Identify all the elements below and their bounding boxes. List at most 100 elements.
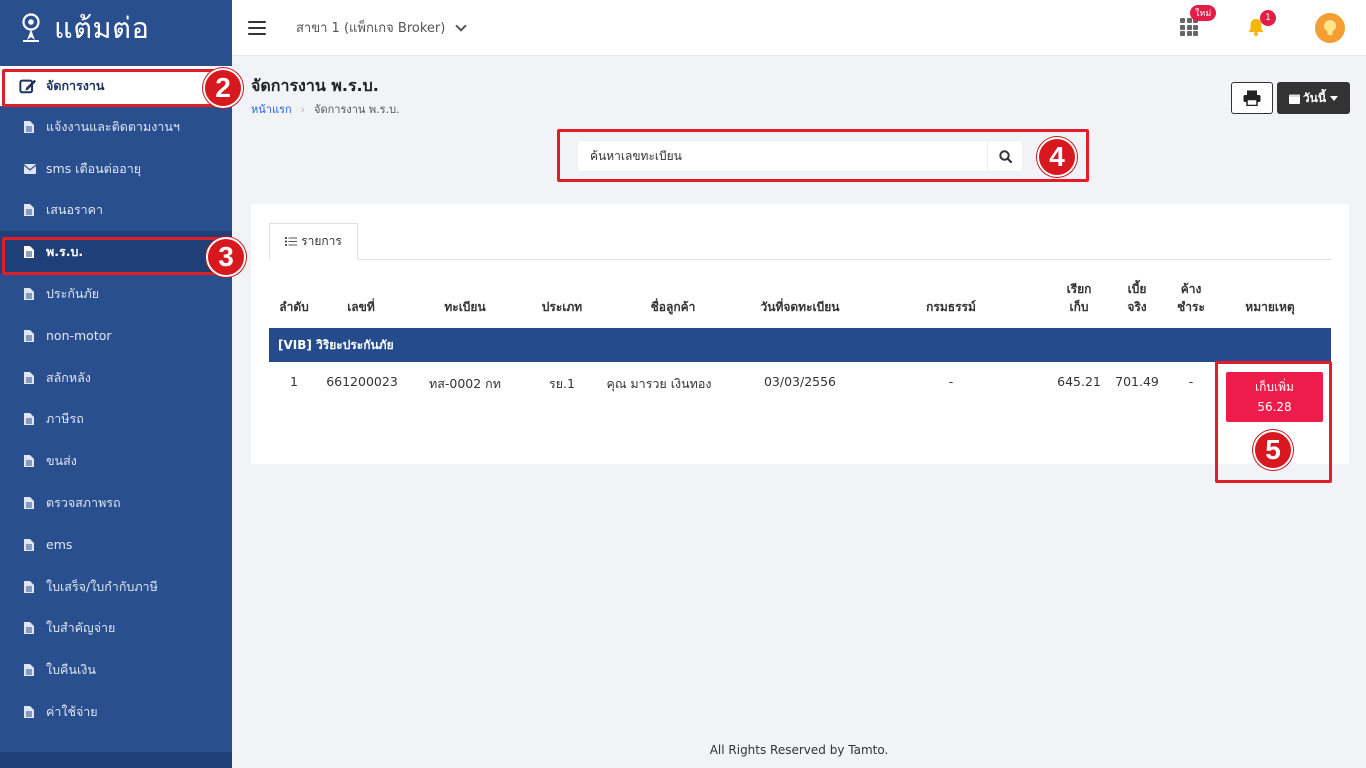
- file-icon: [24, 538, 34, 551]
- sidebar-item-label: ems: [46, 537, 73, 553]
- cell-due: -: [1188, 374, 1194, 389]
- cell-customer: คุณ มารวย เงินทอง: [606, 376, 712, 391]
- file-icon: [24, 120, 34, 133]
- notification-count-badge: 1: [1260, 10, 1276, 26]
- header-no: ลำดับ: [279, 300, 309, 314]
- cell-number: 661200023: [326, 374, 398, 389]
- file-icon: [24, 580, 34, 593]
- sidebar-item-sms-renewal[interactable]: sms เตือนต่ออายุ: [0, 148, 232, 190]
- step-number-badge: 4: [1037, 137, 1077, 177]
- branch-label: สาขา 1 (แพ็กเกจ Broker): [296, 21, 446, 36]
- sidebar-scroll-edge: [0, 752, 232, 768]
- sidebar-item-job-tracking[interactable]: แจ้งงานและติดตามงานฯ: [0, 106, 232, 148]
- sidebar-item-label: ประกันภัย: [46, 286, 100, 302]
- location-pin-icon: [22, 13, 40, 42]
- sidebar-item-ems[interactable]: ems: [0, 524, 232, 566]
- sidebar-item-compulsory-insurance[interactable]: พ.ร.บ.: [0, 231, 232, 274]
- sidebar-menu: จัดการงาน แจ้งงานและติดตามงานฯ sms เตือน…: [0, 66, 232, 733]
- header-due-line1: ค้าง: [1180, 282, 1202, 296]
- header-plate: ทะเบียน: [444, 300, 486, 314]
- collect-more-label: เก็บเพิ่ม: [1255, 380, 1294, 394]
- breadcrumb-current: จัดการงาน พ.ร.บ.: [314, 103, 400, 116]
- print-button[interactable]: [1231, 82, 1273, 114]
- plate-search-input[interactable]: [577, 140, 987, 172]
- new-badge: ใหม่: [1190, 5, 1217, 21]
- job-list-card: รายการ ลำดับ เลขที่ ทะเบียน ประเภท ชื่อล…: [251, 204, 1349, 464]
- sidebar-item-quotation[interactable]: เสนอราคา: [0, 190, 232, 232]
- chevron-down-icon: [455, 19, 467, 32]
- insurer-group-row: [VIB] วิริยะประกันภัย: [269, 328, 1331, 362]
- breadcrumb: หน้าแรก › จัดการงาน พ.ร.บ.: [251, 100, 400, 118]
- header-due: ค้าง ชำระ: [1169, 280, 1213, 316]
- envelope-icon: [24, 163, 36, 174]
- tab-list[interactable]: รายการ: [269, 223, 358, 260]
- sidebar-item-label: พ.ร.บ.: [46, 244, 84, 260]
- step-number-badge: 5: [1253, 430, 1293, 470]
- header-net-line1: เบี้ย: [1127, 282, 1147, 296]
- cell-no: 1: [290, 374, 298, 389]
- breadcrumb-home-link[interactable]: หน้าแรก: [251, 100, 292, 118]
- header-charge: เรียก เก็บ: [1057, 280, 1101, 316]
- sidebar-item-payment-voucher[interactable]: ใบสำคัญจ่าย: [0, 608, 232, 650]
- sidebar-item-receipt[interactable]: ใบเสร็จ/ใบกำกับภาษี: [0, 566, 232, 608]
- cell-type: รย.1: [549, 376, 575, 391]
- calendar-icon: [1288, 94, 1300, 104]
- search-bar: [577, 140, 1023, 172]
- tab-list-label: รายการ: [301, 234, 342, 248]
- header-net-line2: จริง: [1127, 300, 1147, 314]
- sidebar-item-label: ตรวจสภาพรถ: [46, 495, 121, 511]
- search-button[interactable]: [987, 140, 1023, 172]
- file-icon: [24, 246, 34, 259]
- sidebar-item-label: เสนอราคา: [46, 202, 104, 218]
- file-icon: [24, 455, 34, 468]
- sidebar-item-label: แจ้งงานและติดตามงานฯ: [46, 118, 180, 134]
- sidebar-item-label: ภาษีรถ: [46, 411, 84, 427]
- file-icon: [24, 497, 34, 510]
- step-number-badge: 3: [206, 237, 246, 277]
- sidebar-item-label: สลักหลัง: [46, 369, 91, 385]
- list-icon: [285, 237, 298, 246]
- sidebar-item-expenses[interactable]: ค่าใช้จ่าย: [0, 691, 232, 733]
- sidebar-item-label: ขนส่ง: [46, 453, 77, 469]
- avatar[interactable]: [1315, 13, 1345, 43]
- sidebar-item-non-motor[interactable]: non-motor: [0, 315, 232, 357]
- collect-more-amount: 56.28: [1257, 400, 1292, 414]
- cell-policy: -: [948, 374, 954, 389]
- branch-selector[interactable]: สาขา 1 (แพ็กเกจ Broker): [296, 17, 467, 38]
- file-icon: [24, 664, 34, 677]
- date-filter-label: วันนี้: [1302, 90, 1327, 105]
- file-icon: [24, 371, 34, 384]
- sidebar-item-label: ใบเสร็จ/ใบกำกับภาษี: [46, 578, 158, 594]
- search-icon: [998, 149, 1012, 163]
- sidebar: แต้มต่อ จัดการงาน แจ้งงานและติดตามงานฯ s…: [0, 0, 232, 768]
- sidebar-item-vehicle-inspection[interactable]: ตรวจสภาพรถ: [0, 482, 232, 524]
- file-icon: [24, 329, 34, 342]
- sidebar-item-refund[interactable]: ใบคืนเงิน: [0, 649, 232, 691]
- lightbulb-icon: [1324, 20, 1336, 35]
- cell-net: 701.49: [1115, 374, 1159, 389]
- page-title: จัดการงาน พ.ร.บ.: [251, 76, 379, 95]
- topbar: สาขา 1 (แพ็กเกจ Broker) ใหม่ 1: [232, 0, 1366, 56]
- sidebar-item-label: ใบคืนเงิน: [46, 662, 96, 678]
- breadcrumb-separator-icon: ›: [300, 102, 306, 116]
- header-number: เลขที่: [347, 300, 375, 314]
- sidebar-item-endorsement[interactable]: สลักหลัง: [0, 357, 232, 399]
- file-icon: [24, 288, 34, 301]
- cell-reg-date: 03/03/2556: [763, 374, 837, 389]
- header-due-line2: ชำระ: [1177, 300, 1205, 314]
- date-filter-button[interactable]: วันนี้: [1277, 82, 1350, 114]
- hamburger-menu-icon[interactable]: [248, 20, 266, 35]
- collect-more-button[interactable]: เก็บเพิ่ม 56.28: [1226, 372, 1323, 422]
- caret-down-icon: [1330, 95, 1339, 101]
- sidebar-item-label: ค่าใช้จ่าย: [46, 704, 98, 720]
- footer-copyright: All Rights Reserved by Tamto.: [709, 743, 889, 757]
- sidebar-item-transport[interactable]: ขนส่ง: [0, 440, 232, 482]
- tab-divider: [269, 259, 1331, 260]
- sidebar-item-insurance[interactable]: ประกันภัย: [0, 273, 232, 315]
- sidebar-item-manage-jobs[interactable]: จัดการงาน: [0, 66, 232, 106]
- sidebar-item-vehicle-tax[interactable]: ภาษีรถ: [0, 399, 232, 441]
- header-policy: กรมธรรม์: [926, 300, 976, 314]
- sidebar-item-label: จัดการงาน: [46, 78, 105, 93]
- logo[interactable]: แต้มต่อ: [0, 0, 232, 56]
- cell-charge: 645.21: [1057, 374, 1101, 389]
